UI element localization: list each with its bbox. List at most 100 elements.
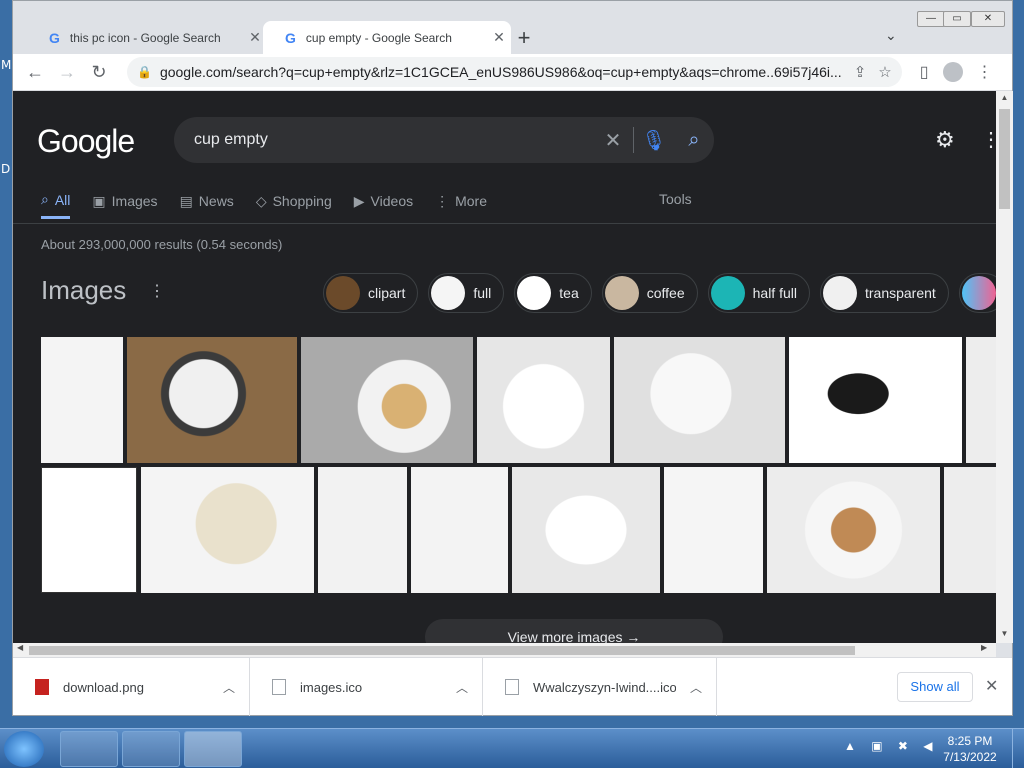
close-icon[interactable]: ✕ [985,676,998,696]
image-result[interactable] [41,337,123,463]
image-result[interactable] [789,337,962,463]
start-button[interactable] [4,731,44,767]
restore-button[interactable]: ▭ [943,11,971,27]
chrome-task-button[interactable] [184,731,242,767]
share-icon[interactable]: ⇪ [854,63,867,81]
tab-more[interactable]: ⋮ More [435,191,487,219]
scroll-down-icon[interactable]: ▼ [996,629,1013,638]
chip-label: full [473,285,492,301]
divider [13,223,996,224]
chip-thumbnail [822,276,857,310]
horizontal-scrollbar[interactable]: ◀ ▶ [13,643,996,657]
chip-transparent[interactable]: transparent [819,273,949,313]
clock-time: 8:25 PM [947,734,993,748]
download-item[interactable]: images.ico ︿ [250,658,483,716]
chip-thumbnail [517,276,552,310]
chip-full[interactable]: full [428,273,505,313]
side-panel-icon[interactable]: ▯ [920,62,929,82]
image-result[interactable] [767,467,940,593]
chip-clipart[interactable]: clipart [323,273,419,313]
browser-toolbar: ← → ↻ 🔒 google.com/search?q=cup+empty&rl… [13,54,1012,91]
download-filename: download.png [63,679,144,695]
reload-icon[interactable]: ↻ [83,62,115,83]
scrollbar-thumb[interactable] [29,646,855,655]
media-player-task-button[interactable] [122,731,180,767]
image-result[interactable] [301,337,473,463]
minimize-button[interactable]: — [917,11,945,27]
tab-all[interactable]: ⌕ All [41,191,71,219]
download-item[interactable]: download.png ︿ [13,658,250,716]
image-result[interactable] [664,467,763,593]
close-icon[interactable]: ✕ [487,29,511,46]
scroll-right-icon[interactable]: ▶ [981,643,987,652]
desktop-icon-label: D [1,162,11,176]
show-all-button[interactable]: Show all [897,672,973,702]
chip-label: coffee [646,285,685,301]
forward-icon[interactable]: → [51,62,83,83]
vertical-scrollbar[interactable]: ▲ ▼ [996,91,1013,643]
tab-shopping[interactable]: ◇ Shopping [256,191,332,219]
tab-cup-empty[interactable]: G cup empty - Google Search ✕ [263,21,511,54]
tab-news[interactable]: ▤ News [180,191,234,219]
search-nav-tabs: ⌕ All ▣ Images ▤ News ◇ Shopping ▶ Videos ⋮ Mo… [41,191,487,219]
close-window-button[interactable]: ✕ [971,11,1005,27]
tab-search-button[interactable]: ⌄ [885,27,897,44]
scroll-up-icon[interactable]: ▲ [996,93,1013,102]
image-file-icon [35,679,49,695]
images-heading: Images [41,275,127,305]
browser-menu-icon[interactable]: ⋮ [977,62,993,82]
image-result[interactable] [127,337,297,463]
tab-label: Images [111,193,158,209]
play-icon: ▶ [353,192,365,209]
image-result[interactable] [41,467,137,593]
image-result[interactable] [318,467,407,593]
tab-images[interactable]: ▣ Images [92,191,157,219]
new-tab-button[interactable]: + [513,25,535,51]
tab-this-pc-icon[interactable]: G this pc icon - Google Search ✕ [27,21,267,54]
google-logo[interactable]: Google [37,123,135,160]
chevron-up-icon[interactable]: ︿ [442,679,482,696]
chevron-up-icon[interactable]: ︿ [676,679,716,696]
back-icon[interactable]: ← [19,62,51,83]
clear-icon[interactable]: ✕ [593,128,633,153]
explorer-task-button[interactable] [60,731,118,767]
result-stats: About 293,000,000 results (0.54 seconds) [41,237,283,252]
image-result[interactable] [966,337,996,463]
bookmark-star-icon[interactable]: ☆ [878,63,891,81]
chip-label: transparent [864,285,936,301]
address-bar[interactable]: 🔒 google.com/search?q=cup+empty&rlz=1C1G… [127,57,902,87]
profile-avatar-icon[interactable] [942,62,963,82]
show-desktop-button[interactable] [1012,729,1024,768]
image-result[interactable] [512,467,660,593]
download-item[interactable]: Wwalczyszyn-Iwind....ico ︿ [483,658,717,716]
chip-half-full[interactable]: half full [707,273,810,313]
tab-videos[interactable]: ▶ Videos [354,191,413,219]
tab-title: this pc icon - Google Search [69,30,221,45]
image-result[interactable] [141,467,314,593]
apps-menu-icon[interactable]: ⋮ [981,127,996,152]
chip-coffee[interactable]: coffee [601,273,698,313]
images-options-icon[interactable]: ⋮ [149,281,165,301]
image-result[interactable] [944,467,996,593]
image-result[interactable] [614,337,785,463]
clock[interactable]: 8:25 PM 7/13/2022 [940,733,1000,765]
tab-title: cup empty - Google Search [305,30,452,45]
scroll-left-icon[interactable]: ◀ [17,643,23,652]
view-more-images-button[interactable]: View more images → [425,619,723,643]
search-input[interactable]: cup empty [194,131,593,149]
search-icon: ⌕ [41,191,49,207]
image-result[interactable] [411,467,508,593]
scrollbar-thumb[interactable] [999,109,1010,209]
chevron-up-icon[interactable]: ︿ [209,679,249,696]
gear-icon[interactable]: ⚙ [935,127,955,153]
tools-button[interactable]: Tools [659,191,692,207]
image-result[interactable] [477,337,610,463]
microphone-icon[interactable]: 🎙 [634,128,674,153]
downloads-bar: download.png ︿ images.ico ︿ Wwalczyszyn-… [13,657,1012,716]
chip-tea[interactable]: tea [514,273,592,313]
search-box[interactable]: cup empty ✕ 🎙 ⌕ [174,117,714,163]
search-icon[interactable]: ⌕ [674,129,714,152]
chip-more[interactable] [958,273,996,313]
tag-icon: ◇ [255,192,267,209]
system-tray[interactable]: ▲ ▣ ✖ ◀ [844,739,939,753]
